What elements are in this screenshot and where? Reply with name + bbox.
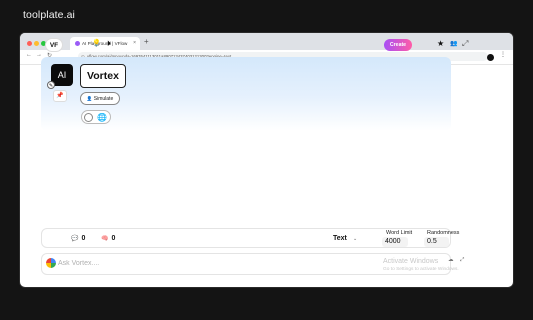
memory-stat[interactable]: 🧠 0 bbox=[101, 234, 115, 244]
comments-stat[interactable]: 💬 0 bbox=[71, 234, 85, 244]
brand-title: toolplate.ai bbox=[23, 9, 75, 21]
comments-count: 0 bbox=[81, 235, 86, 242]
app-logo[interactable]: VF bbox=[45, 38, 63, 52]
user-settings-icon[interactable]: 👥 bbox=[450, 39, 457, 49]
expand-icon[interactable]: ⤢ bbox=[462, 39, 468, 49]
create-button[interactable]: Create bbox=[384, 39, 412, 51]
mode-select[interactable]: Text bbox=[333, 234, 347, 244]
activate-windows-title: Activate Windows bbox=[383, 258, 439, 265]
globe-icon: 🌐 bbox=[97, 113, 107, 122]
simulate-label: Simulate bbox=[93, 96, 114, 102]
person-icon: 👤 bbox=[86, 96, 93, 101]
back-icon[interactable]: ← bbox=[26, 52, 32, 58]
chevron-down-icon[interactable]: ⌄ bbox=[353, 234, 357, 244]
word-limit-label: Word Limit bbox=[386, 230, 413, 236]
comment-icon: 💬 bbox=[71, 236, 79, 242]
tab-title: AI Playground | VFlow bbox=[82, 41, 128, 46]
expand-input-icon[interactable]: ⤢ bbox=[460, 257, 464, 264]
minimize-window-dot[interactable] bbox=[34, 41, 39, 46]
close-window-dot[interactable] bbox=[27, 41, 32, 46]
edit-avatar-icon[interactable]: ✎ bbox=[47, 81, 55, 89]
attach-icon[interactable]: ☁ bbox=[448, 257, 454, 263]
forward-icon[interactable]: → bbox=[36, 52, 42, 58]
simulate-button[interactable]: 👤 Simulate bbox=[80, 92, 120, 105]
toggle-knob bbox=[84, 113, 93, 122]
tab-close-icon[interactable]: × bbox=[133, 40, 136, 46]
profile-avatar[interactable] bbox=[487, 54, 494, 61]
favicon-icon bbox=[75, 41, 80, 46]
assistant-icon bbox=[46, 258, 56, 268]
activate-windows-subtitle: Go to Settings to activate Windows. bbox=[383, 267, 459, 272]
brain-icon: 🧠 bbox=[101, 236, 109, 242]
pin-icon[interactable]: 📌 bbox=[53, 90, 67, 102]
browser-tab[interactable]: AI Playground | VFlow × bbox=[70, 37, 140, 50]
new-tab-button[interactable]: + bbox=[144, 37, 149, 46]
menu-icon[interactable]: ⋮ bbox=[500, 51, 506, 58]
agent-name[interactable]: Vortex bbox=[80, 64, 126, 88]
play-icon[interactable]: ⏵ bbox=[107, 39, 111, 49]
word-limit-input[interactable]: 4000 bbox=[382, 237, 408, 247]
visibility-toggle[interactable]: 🌐 bbox=[81, 110, 111, 124]
bulb-icon[interactable]: 💡 bbox=[92, 39, 101, 49]
randomness-label: Randomness bbox=[427, 230, 460, 236]
star-icon[interactable]: ★ bbox=[437, 39, 444, 49]
ask-input[interactable] bbox=[58, 256, 358, 270]
brain-count: 0 bbox=[111, 235, 116, 242]
randomness-input[interactable]: 0.5 bbox=[424, 237, 449, 247]
